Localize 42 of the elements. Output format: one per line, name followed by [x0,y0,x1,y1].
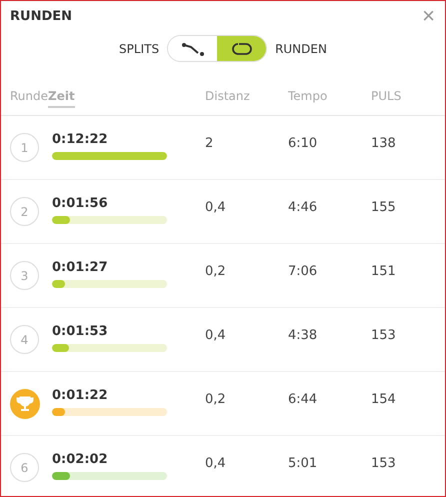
lap-number: 3 [10,261,39,290]
route-icon [180,42,205,56]
loop-icon [230,42,253,56]
trophy-icon [10,388,40,418]
column-header[interactable]: Distanz [205,89,250,106]
lap-time: 0:01:27 [52,260,109,274]
lap-time: 0:02:02 [52,452,109,466]
pulse-value: 151 [371,264,397,279]
lap-number: 2 [10,197,39,226]
pace-value: 6:44 [288,392,318,407]
pace-value: 4:38 [288,328,318,343]
dialog-title: RUNDEN [10,8,72,24]
pace-value: 7:06 [288,264,318,279]
pulse-value: 155 [371,200,397,215]
pulse-value: 153 [371,456,397,471]
distance-value: 0,4 [205,456,227,471]
lap-number: 4 [10,325,39,354]
toggle-label: RUNDEN [275,42,327,56]
lap-number: 1 [10,133,39,162]
lap-time: 0:01:56 [52,196,109,210]
pulse-value: 154 [371,392,397,407]
toggle-label: SPLITS [119,42,160,56]
lap-time: 0:01:53 [52,324,109,338]
pace-value: 4:46 [288,200,318,215]
column-header[interactable]: PULS [371,89,402,106]
lap-time: 0:12:22 [52,132,109,146]
pace-value: 5:01 [288,456,318,471]
toggle-segment[interactable] [217,36,266,61]
lap-time: 0:01:22 [52,388,109,402]
distance-value: 0,2 [205,392,227,407]
column-header[interactable]: Tempo [288,89,328,106]
column-header[interactable]: Zeit [48,89,75,108]
lap-number: 6 [10,453,39,482]
distance-value: 0,4 [205,328,227,343]
distance-value: 0,2 [205,264,227,279]
pulse-value: 138 [371,136,397,151]
pulse-value: 153 [371,328,397,343]
close-button[interactable]: × [422,7,435,25]
pace-value: 6:10 [288,136,318,151]
column-header[interactable]: Runde [10,89,48,108]
distance-value: 2 [205,136,214,151]
distance-value: 0,4 [205,200,227,215]
